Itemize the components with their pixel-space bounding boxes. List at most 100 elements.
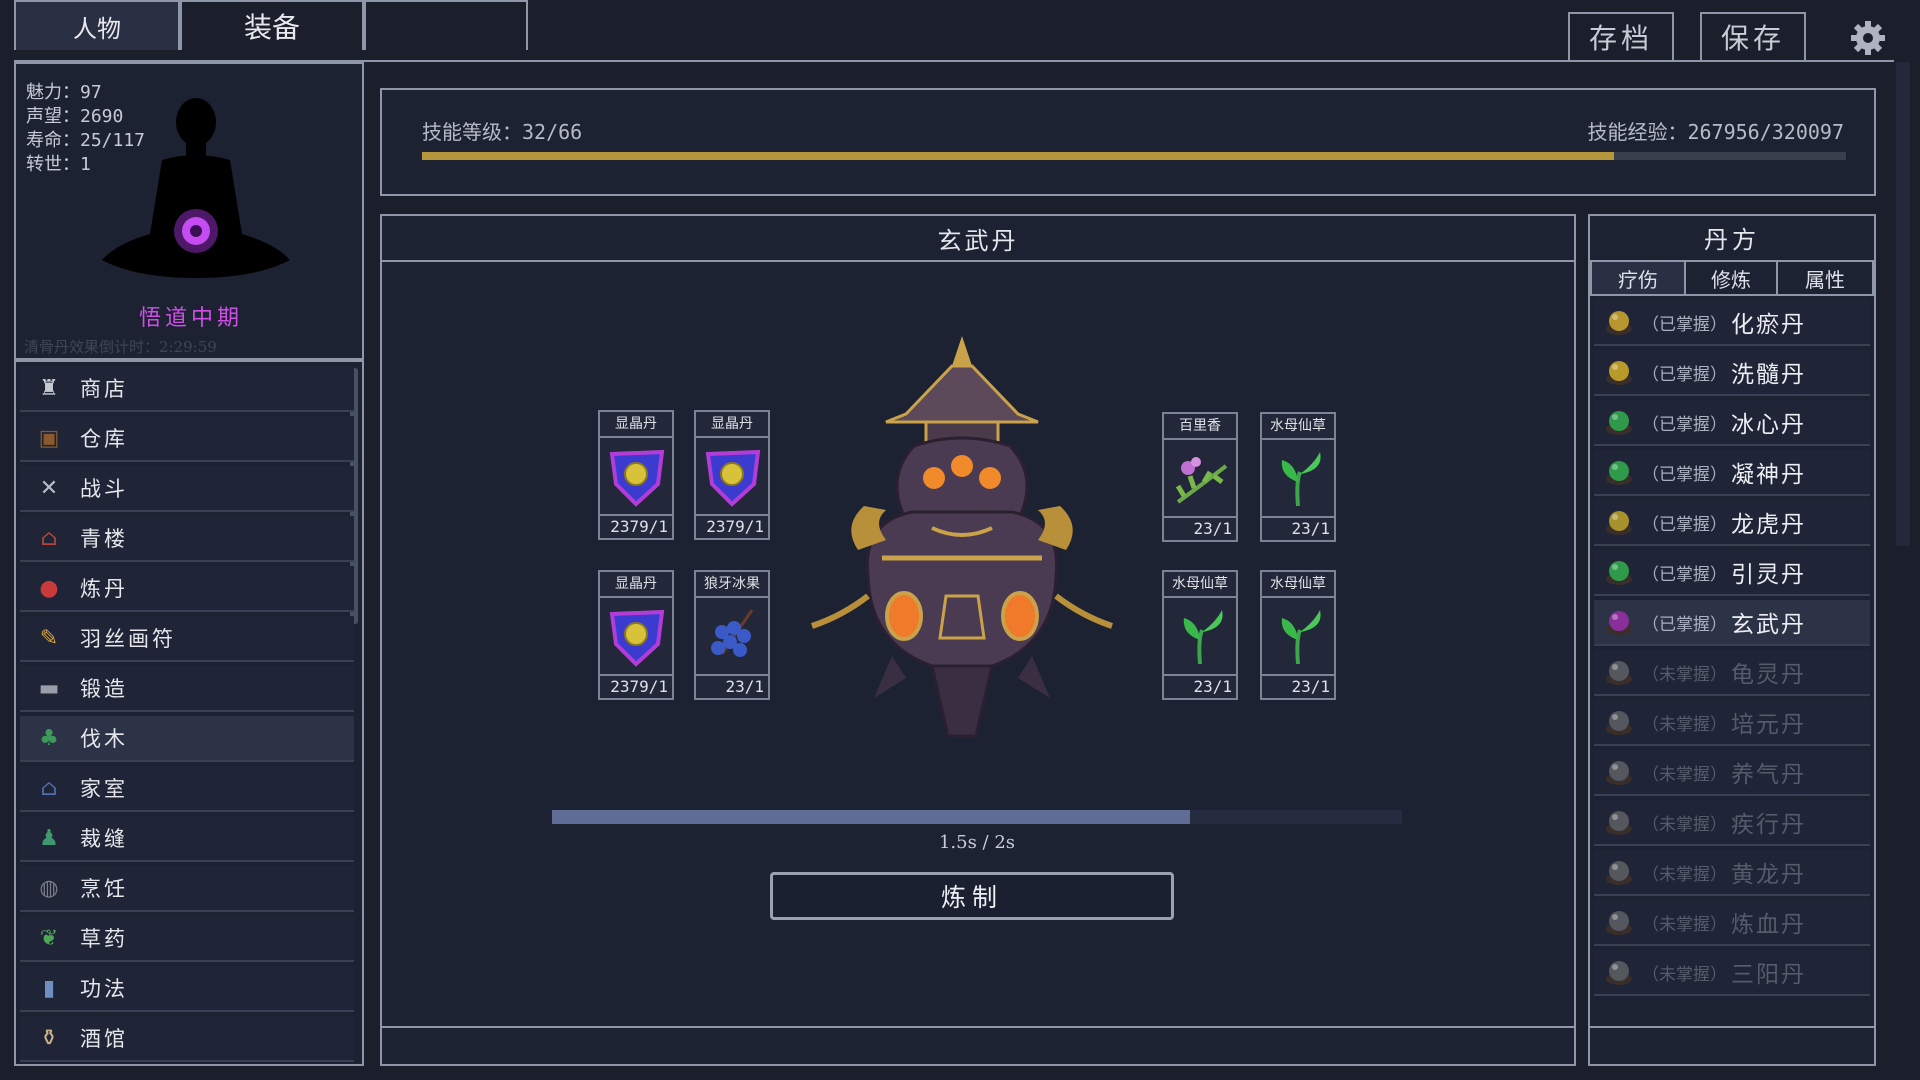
recipe-item[interactable]: （未掌握） 龟灵丹 (1594, 650, 1870, 696)
ingredient-slot-right-1[interactable]: 百里香 23/1 (1162, 412, 1238, 542)
skill-exp-bar (422, 152, 1846, 160)
refine-button[interactable]: 炼制 (770, 872, 1174, 920)
window-scrollbar[interactable] (1896, 62, 1910, 546)
berries-icon (702, 604, 764, 670)
recipe-item[interactable]: （已掌握） 龙虎丹 (1594, 500, 1870, 546)
flower-icon (1170, 446, 1232, 512)
recipe-title: 丹方 (1704, 225, 1760, 254)
crafting-time: 1.5s / 2s (938, 832, 1016, 853)
tab-attributes[interactable]: 属性 (1776, 260, 1874, 296)
menu-item-1[interactable]: ♜ 商店 (20, 366, 354, 412)
recipe-item[interactable]: （未掌握） 黄龙丹 (1594, 850, 1870, 896)
recipe-item[interactable]: （未掌握） 培元丹 (1594, 700, 1870, 746)
menu-item-14[interactable]: ⚱ 酒馆 (20, 1016, 354, 1062)
menu-item-4[interactable]: ⌂ 青楼 (20, 516, 354, 562)
ingredient-slot-right-4[interactable]: 水母仙草 23/1 (1260, 570, 1336, 700)
tab-equipment-label: 装备 (243, 11, 300, 44)
menu-item-2[interactable]: ▣ 仓库 (20, 416, 354, 462)
robe-icon: ♟ (39, 825, 59, 851)
tab-character[interactable]: 人物 (14, 0, 180, 50)
recipe-item[interactable]: （未掌握） 养气丹 (1594, 750, 1870, 796)
recipe-name: 三阳丹 (1731, 962, 1806, 988)
crafting-bottom-divider (382, 1026, 1574, 1028)
save-button[interactable]: 保存 (1700, 12, 1806, 62)
herb-icon: ❦ (39, 925, 59, 951)
recipe-status: （未掌握） (1642, 864, 1727, 885)
crafting-title: 玄武丹 (382, 216, 1574, 262)
recipe-item[interactable]: （已掌握） 化瘀丹 (1594, 300, 1870, 346)
recipe-item[interactable]: （已掌握） 凝神丹 (1594, 450, 1870, 496)
ingredient-slot-left-2[interactable]: 显晶丹 2379/1 (694, 410, 770, 540)
skill-progress-panel: 技能等级：32/66 技能经验：267956/320097 (380, 88, 1876, 196)
skill-exp: 技能经验：267956/320097 (1587, 120, 1844, 144)
skill-level: 技能等级：32/66 (422, 120, 583, 144)
recipe-item[interactable]: （已掌握） 引灵丹 (1594, 550, 1870, 596)
ingredient-slot-right-3[interactable]: 水母仙草 23/1 (1162, 570, 1238, 700)
pill-orb-icon (1604, 407, 1634, 437)
menu-item-6[interactable]: ✎ 羽丝画符 (20, 616, 354, 662)
recipe-item[interactable]: （未掌握） 炼血丹 (1594, 900, 1870, 946)
menu-item-10[interactable]: ♟ 裁缝 (20, 816, 354, 862)
menu-item-label: 酒馆 (80, 1027, 128, 1051)
ingredient-slot-left-3[interactable]: 显晶丹 2379/1 (598, 570, 674, 700)
pill-orb-icon (1604, 607, 1634, 637)
pill-orb-icon (1604, 757, 1634, 787)
crafting-progress-fill (552, 810, 1190, 824)
recipe-item[interactable]: （已掌握） 玄武丹 (1594, 600, 1870, 646)
recipe-item[interactable]: （已掌握） 洗髓丹 (1594, 350, 1870, 396)
tab-cultivation[interactable]: 修炼 (1684, 260, 1778, 296)
menu-item-12[interactable]: ❦ 草药 (20, 916, 354, 962)
menu-item-13[interactable]: ▮ 功法 (20, 966, 354, 1012)
recipe-name: 洗髓丹 (1731, 362, 1806, 388)
menu-item-11[interactable]: ◍ 烹饪 (20, 866, 354, 912)
ingredient-name: 水母仙草 (1164, 572, 1236, 598)
menu-item-9[interactable]: ⌂ 家室 (20, 766, 354, 812)
ingredient-name: 水母仙草 (1262, 414, 1334, 440)
menu-item-label: 锻造 (80, 677, 128, 701)
wine-icon: ⚱ (39, 1025, 59, 1051)
pill-orb-icon (1604, 857, 1634, 887)
recipe-name: 化瘀丹 (1731, 312, 1806, 338)
recipe-status: （已掌握） (1642, 564, 1727, 585)
tab-equipment[interactable]: 装备 (180, 0, 364, 50)
menu-item-5[interactable]: ● 炼丹 (20, 566, 354, 612)
menu-item-label: 青楼 (80, 527, 128, 551)
ingredient-quantity: 23/1 (1164, 516, 1236, 540)
recipe-status: （已掌握） (1642, 414, 1727, 435)
ingredient-slot-right-2[interactable]: 水母仙草 23/1 (1260, 412, 1336, 542)
skills-menu: ♜ 商店 ▣ 仓库 ✕ 战斗 ⌂ 青楼 ● 炼丹 ✎ 羽丝画符 ▬ 锻造 ♣ 伐木 ⌂ 家室 ♟ 裁缝 ◍ 烹饪 ❦ 草药 ▮ 功… (14, 360, 364, 1066)
recipe-item[interactable]: （已掌握） 冰心丹 (1594, 400, 1870, 446)
ingredient-quantity: 23/1 (696, 674, 768, 698)
ingredient-quantity: 2379/1 (600, 514, 672, 538)
pill-orb-icon (1604, 957, 1634, 987)
sprout-icon (1170, 604, 1232, 670)
shop-icon: ♜ (39, 375, 59, 401)
swords-icon: ✕ (39, 475, 59, 501)
ingredient-quantity: 2379/1 (696, 514, 768, 538)
gear-icon[interactable] (1848, 18, 1888, 58)
tab-healing[interactable]: 疗伤 (1590, 260, 1686, 296)
recipe-status: （已掌握） (1642, 364, 1727, 385)
ingredient-name: 显晶丹 (696, 412, 768, 438)
ingredient-name: 水母仙草 (1262, 572, 1334, 598)
recipe-bottom-divider (1590, 1026, 1874, 1028)
recipe-item[interactable]: （未掌握） 疾行丹 (1594, 800, 1870, 846)
menu-item-7[interactable]: ▬ 锻造 (20, 666, 354, 712)
ingredient-quantity: 23/1 (1262, 516, 1334, 540)
menu-item-3[interactable]: ✕ 战斗 (20, 466, 354, 512)
archive-button[interactable]: 存档 (1568, 12, 1674, 62)
save-button-label: 保存 (1720, 22, 1785, 55)
pill-orb-icon (1604, 707, 1634, 737)
ingredient-slot-left-1[interactable]: 显晶丹 2379/1 (598, 410, 674, 540)
ingredient-quantity: 23/1 (1164, 674, 1236, 698)
gem-icon (702, 444, 764, 510)
menu-item-8[interactable]: ♣ 伐木 (20, 716, 354, 762)
refine-button-label: 炼制 (940, 883, 1003, 912)
recipe-item[interactable]: （未掌握） 三阳丹 (1594, 950, 1870, 996)
anvil-icon: ▬ (38, 675, 60, 701)
ingredient-slot-left-4[interactable]: 狼牙冰果 23/1 (694, 570, 770, 700)
pill-icon: ● (39, 575, 59, 601)
pill-orb-icon (1604, 657, 1634, 687)
ingredient-name: 狼牙冰果 (696, 572, 768, 598)
recipe-name: 培元丹 (1731, 712, 1806, 738)
